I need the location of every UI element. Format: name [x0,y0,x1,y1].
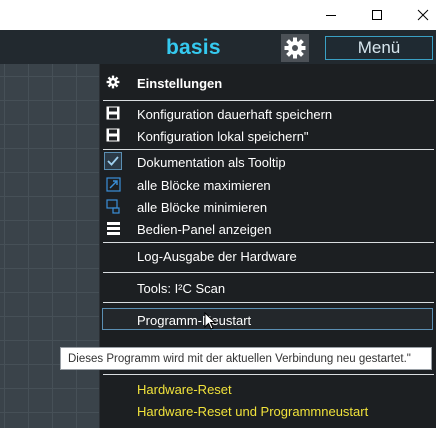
tooltip: Dieses Programm wird mit der aktuellen V… [60,347,432,370]
menu-item-log-output[interactable]: Log-Ausgabe der Hardware [137,249,297,265]
gear-icon [284,37,306,59]
minimize-icon [326,15,336,16]
menu-item-control-panel[interactable]: Bedien-Panel anzeigen [137,222,271,238]
save-local-disk-icon [104,126,122,144]
close-icon [417,9,429,21]
tooltip-text: Dieses Programm wird mit der aktuellen V… [68,352,411,365]
maximize-button[interactable] [354,0,400,30]
settings-gear-icon [104,73,122,91]
menu-separator [103,100,434,101]
menu-separator [103,272,434,273]
minimize-button[interactable] [308,0,354,30]
menu-item-save-local[interactable]: Konfiguration lokal speichern" [137,129,309,145]
app-brand: basis [166,36,221,59]
menu-item-i2c-scan[interactable]: Tools: I²C Scan [137,281,225,297]
menu-button[interactable]: Menü [325,36,433,60]
menu-item-minimize-all[interactable]: alle Blöcke minimieren [137,200,267,216]
menu-item-doc-tooltip[interactable]: Dokumentation als Tooltip [137,155,286,171]
save-disk-icon [104,104,122,122]
menu-item-hardware-reset-restart[interactable]: Hardware-Reset und Programmneustart [137,404,368,420]
menu-item-hardware-reset[interactable]: Hardware-Reset [137,382,232,398]
close-button[interactable] [400,0,436,30]
maximize-icon [372,10,382,20]
settings-title: Einstellungen [137,76,223,91]
menu-separator [103,242,434,243]
menu-separator [103,302,434,303]
mouse-cursor-icon [204,311,217,335]
menu-separator [103,374,434,375]
menu-item-save-permanent[interactable]: Konfiguration dauerhaft speichern [137,107,332,123]
minimize-blocks-icon [104,197,122,215]
settings-button[interactable] [281,34,309,62]
maximize-blocks-icon [104,175,122,193]
control-panel-icon [104,219,122,237]
window-titlebar [0,0,436,30]
menu-item-program-restart[interactable]: Programm-Neustart [137,313,251,329]
menu-separator [103,149,434,150]
checkbox-checked-icon[interactable] [104,152,122,170]
menu-item-maximize-all[interactable]: alle Blöcke maximieren [137,178,271,194]
